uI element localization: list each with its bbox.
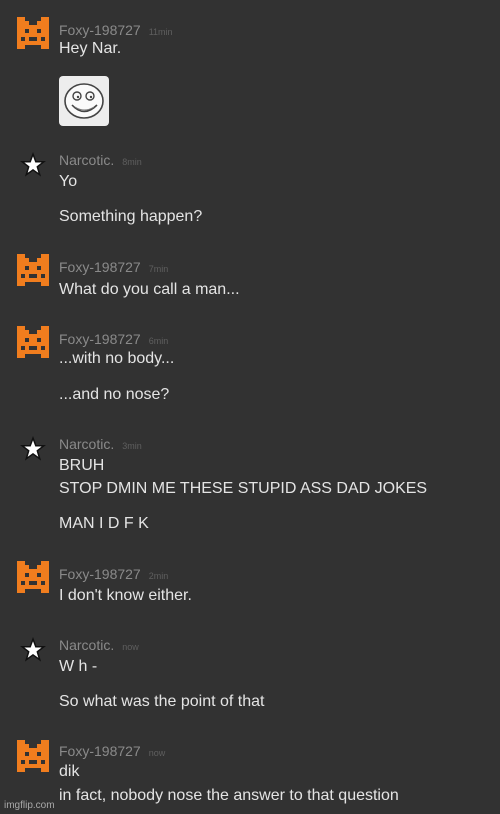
- orange-pixel-fox-icon[interactable]: [17, 740, 49, 772]
- timestamp: 8min: [122, 157, 142, 167]
- imgflip-watermark: imgflip.com: [4, 800, 55, 811]
- message-text: ...and no nose?: [59, 386, 170, 403]
- username[interactable]: Foxy-198727: [59, 566, 141, 582]
- timestamp: 3min: [122, 441, 142, 451]
- username[interactable]: Foxy-198727: [59, 22, 141, 38]
- message-text: So what was the point of that: [59, 693, 265, 710]
- username[interactable]: Narcotic.: [59, 436, 114, 452]
- star-icon[interactable]: [20, 436, 46, 462]
- timestamp: 6min: [148, 336, 169, 346]
- star-icon[interactable]: [20, 152, 46, 178]
- timestamp: now: [122, 642, 139, 652]
- message-text: Hey Nar.: [59, 40, 122, 57]
- message-text: W h -: [59, 658, 98, 675]
- message-text: Something happen?: [59, 208, 203, 225]
- message-header: Narcotic. 3min: [59, 436, 142, 454]
- username[interactable]: Foxy-198727: [59, 259, 141, 275]
- timestamp: 11min: [148, 27, 173, 37]
- message-text: I don't know either.: [59, 587, 192, 604]
- message-text: ...with no body...: [59, 350, 175, 367]
- message-text: STOP DMIN ME THESE STUPID ASS DAD JOKES: [59, 480, 428, 497]
- message-header: Foxy-198727 2min: [59, 566, 168, 584]
- timestamp: 7min: [148, 264, 169, 274]
- message-header: Foxy-198727 11min: [59, 22, 173, 40]
- orange-pixel-fox-icon[interactable]: [17, 254, 49, 286]
- username[interactable]: Narcotic.: [59, 637, 114, 653]
- message-text: What do you call a man...: [59, 281, 240, 298]
- trollface-sticker: [59, 76, 109, 126]
- star-icon[interactable]: [20, 637, 46, 663]
- orange-pixel-fox-icon[interactable]: [17, 326, 49, 358]
- orange-pixel-fox-icon[interactable]: [17, 17, 49, 49]
- message-text: MAN I D F K: [59, 515, 149, 532]
- message-text: in fact, nobody nose the answer to that …: [59, 787, 399, 804]
- username[interactable]: Foxy-198727: [59, 331, 141, 347]
- timestamp: now: [148, 748, 166, 758]
- username[interactable]: Narcotic.: [59, 152, 114, 168]
- orange-pixel-fox-icon[interactable]: [17, 561, 49, 593]
- message-text: dik: [59, 763, 80, 780]
- timestamp: 2min: [148, 571, 169, 581]
- message-text: Yo: [59, 173, 78, 190]
- message-header: Foxy-198727 now: [59, 743, 165, 761]
- message-header: Foxy-198727 7min: [59, 259, 168, 277]
- message-header: Foxy-198727 6min: [59, 331, 168, 349]
- message-header: Narcotic. 8min: [59, 152, 142, 170]
- message-header: Narcotic. now: [59, 637, 139, 655]
- username[interactable]: Foxy-198727: [59, 743, 141, 759]
- message-text: BRUH: [59, 457, 105, 474]
